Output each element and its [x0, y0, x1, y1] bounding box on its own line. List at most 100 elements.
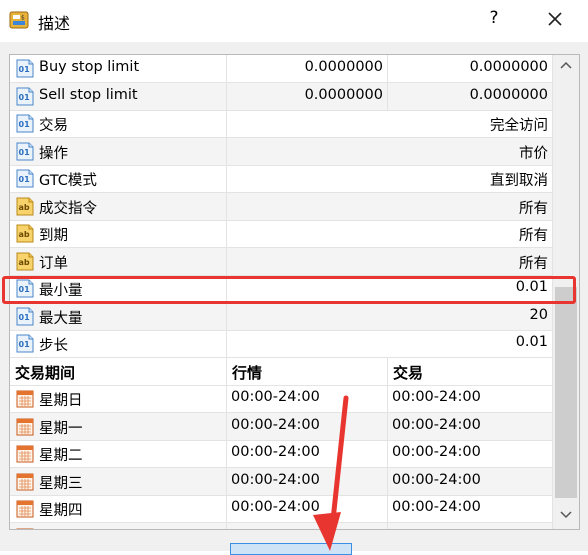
quotes-time: 00:00-24:00 [231, 416, 320, 433]
value-cell: 0.0000000 [388, 83, 552, 110]
property-label: GTC模式 [39, 173, 97, 189]
quotes-time: 00:00-24:00 [231, 499, 320, 515]
property-value: 所有 [519, 255, 548, 272]
label-cell: 01 Buy stop limit [10, 55, 227, 82]
svg-text:ab: ab [19, 203, 30, 212]
sessions-header: 交易期间 行情 交易 [10, 357, 552, 386]
title-bar: $ 描述 ? [0, 0, 588, 42]
quotes-cell: 00:00-24:00 [227, 467, 388, 495]
quotes-cell: 00:00-24:00 [227, 440, 388, 467]
value-cell: 0.0000000 [227, 55, 388, 82]
property-label: 最大量 [39, 310, 83, 327]
label-cell: 01 Sell stop limit [10, 82, 227, 110]
svg-text:$: $ [21, 15, 25, 22]
trade-cell: 00:00-24:00 [388, 468, 552, 495]
property-label: Buy stop limit [39, 59, 140, 75]
header-label: 交易期间 [15, 363, 76, 382]
session-row-partial[interactable] [10, 522, 552, 530]
help-button[interactable]: ? [484, 8, 504, 32]
day-label: 星期四 [39, 503, 83, 519]
property-value-2: 0.0000000 [469, 86, 548, 103]
calendar-icon [16, 528, 34, 529]
svg-text:01: 01 [19, 93, 31, 102]
property-row[interactable]: ab 订单 所有 [10, 247, 552, 276]
property-value: 所有 [519, 228, 548, 244]
property-row[interactable]: ab 到期 所有 [10, 220, 552, 248]
property-value: 20 [529, 306, 548, 323]
session-row[interactable]: 星期一 00:00-24:00 00:00-24:00 [10, 412, 552, 441]
value-cell: 0.01 [227, 330, 552, 357]
quotes-time: 00:00-24:00 [231, 471, 320, 488]
label-cell: 01 步长 [10, 330, 227, 357]
property-row[interactable]: 01 最大量 20 [10, 302, 552, 331]
value-cell: 所有 [227, 220, 552, 247]
quotes-time: 00:00-24:00 [231, 444, 320, 460]
day-cell: 星期一 [10, 412, 227, 440]
trade-time: 00:00-24:00 [392, 416, 481, 433]
property-row[interactable]: 01 Sell stop limit 0.0000000 0.0000000 [10, 82, 552, 111]
svg-text:01: 01 [19, 65, 31, 74]
header-label: 交易 [393, 363, 424, 382]
property-label: 操作 [39, 145, 68, 162]
trade-cell: 00:00-24:00 [388, 385, 552, 412]
property-row[interactable]: 01 操作 市价 [10, 137, 552, 166]
number-icon: 01 [16, 307, 34, 325]
ok-button[interactable] [230, 543, 352, 555]
day-cell: 星期三 [10, 467, 227, 495]
trade-time: 00:00-24:00 [392, 471, 481, 488]
calendar-icon [16, 500, 34, 518]
trade-cell: 00:00-24:00 [388, 413, 552, 440]
day-label: 星期二 [39, 448, 83, 464]
day-cell: 星期日 [10, 385, 227, 412]
trade-cell [388, 523, 552, 530]
scrollbar-thumb[interactable] [555, 287, 577, 498]
number-icon: 01 [16, 142, 34, 160]
day-label: 星期一 [39, 420, 83, 437]
trade-cell: 00:00-24:00 [388, 440, 552, 467]
column-header[interactable]: 交易期间 [10, 357, 227, 385]
svg-text:01: 01 [19, 148, 31, 157]
scroll-down-icon[interactable] [560, 510, 572, 520]
day-cell: 星期二 [10, 440, 227, 467]
property-value: 0.0000000 [304, 59, 383, 75]
value-cell: 0.0000000 [227, 82, 388, 110]
day-cell: 星期四 [10, 495, 227, 522]
property-row[interactable]: 01 GTC模式 直到取消 [10, 165, 552, 193]
svg-text:01: 01 [19, 120, 31, 129]
session-row[interactable]: 星期日 00:00-24:00 00:00-24:00 [10, 385, 552, 413]
label-cell: ab 到期 [10, 220, 227, 247]
property-row[interactable]: 01 步长 0.01 [10, 330, 552, 358]
number-icon: 01 [16, 334, 34, 353]
calendar-icon [16, 473, 34, 490]
number-icon: 01 [16, 87, 34, 105]
svg-text:01: 01 [19, 313, 31, 322]
property-row[interactable]: ab 成交指令 所有 [10, 192, 552, 221]
value-cell: 直到取消 [227, 165, 552, 192]
property-label: Sell stop limit [39, 86, 138, 103]
property-value: 0.01 [515, 334, 548, 350]
column-header[interactable]: 交易 [388, 358, 552, 385]
svg-text:01: 01 [19, 175, 31, 184]
quotes-cell: 00:00-24:00 [227, 412, 388, 440]
calendar-icon [16, 390, 34, 408]
label-cell: 01 GTC模式 [10, 165, 227, 192]
quotes-cell: 00:00-24:00 [227, 385, 388, 412]
session-row[interactable]: 星期四 00:00-24:00 00:00-24:00 [10, 495, 552, 523]
label-cell: 01 交易 [10, 110, 227, 137]
close-icon[interactable] [540, 6, 570, 34]
property-row[interactable]: 01 交易 完全访问 [10, 110, 552, 138]
property-label: 到期 [39, 228, 68, 244]
number-icon: 01 [16, 169, 34, 188]
session-row[interactable]: 星期三 00:00-24:00 00:00-24:00 [10, 467, 552, 496]
column-header[interactable]: 行情 [227, 357, 388, 385]
trade-time: 00:00-24:00 [392, 499, 481, 515]
session-row[interactable]: 星期二 00:00-24:00 00:00-24:00 [10, 440, 552, 468]
value-cell: 所有 [227, 193, 552, 220]
label-cell: ab 订单 [10, 247, 227, 275]
label-cell: 01 最大量 [10, 302, 227, 330]
value-cell: 所有 [227, 248, 552, 275]
day-label: 星期三 [39, 475, 83, 492]
scroll-up-icon[interactable] [560, 60, 572, 70]
calendar-icon [16, 418, 34, 435]
property-row[interactable]: 01 Buy stop limit 0.0000000 0.0000000 [10, 55, 552, 83]
